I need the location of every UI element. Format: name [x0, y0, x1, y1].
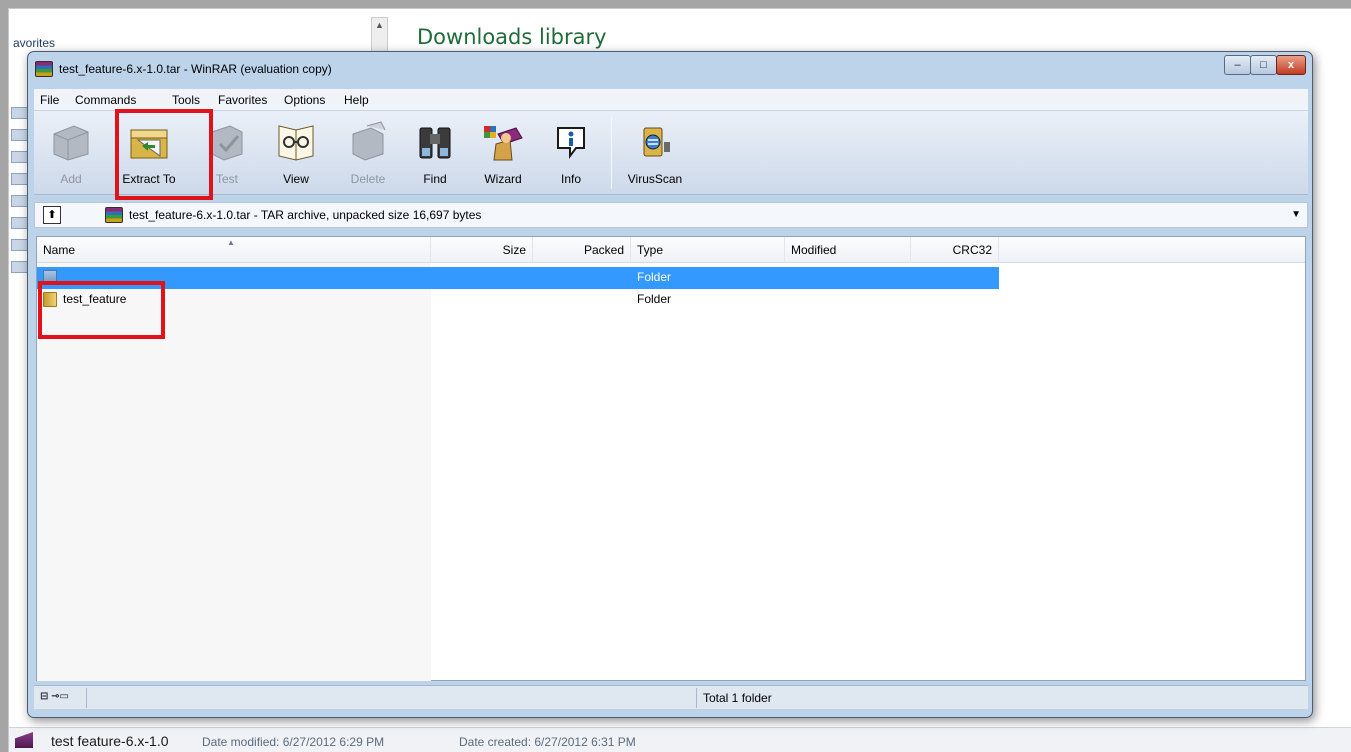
title-bar[interactable]: test_feature-6.x-1.0.tar - WinRAR (evalu…: [28, 52, 1312, 86]
sort-ascending-icon: ▲: [227, 238, 235, 247]
winrar-window: test_feature-6.x-1.0.tar - WinRAR (evalu…: [27, 51, 1313, 718]
status-bar: ⊟ ⊸▭ Total 1 folder: [34, 685, 1308, 709]
extract-to-highlight: [115, 109, 213, 200]
details-date-modified: Date modified: 6/27/2012 6:29 PM: [202, 735, 385, 749]
view-icon: [278, 125, 314, 161]
info-label: Info: [560, 172, 581, 186]
virusscan-button[interactable]: VirusScan: [620, 111, 690, 195]
status-separator: [696, 688, 697, 708]
find-label: Find: [423, 172, 447, 186]
column-type[interactable]: Type: [631, 237, 785, 263]
info-icon: [557, 127, 585, 159]
library-title: Downloads library: [417, 25, 607, 49]
wizard-button[interactable]: Wizard: [470, 111, 536, 195]
menu-commands[interactable]: Commands: [75, 93, 136, 107]
add-icon: [53, 125, 89, 161]
row-type: Folder: [637, 292, 672, 306]
row-type: Folder: [637, 270, 672, 284]
details-pane: test feature-6.x-1.0 Date modified: 6/27…: [9, 727, 1351, 752]
toolbar: Add Extract To Test View Delete Find Wiz…: [34, 111, 1308, 195]
column-crc32[interactable]: CRC32: [911, 237, 999, 263]
status-separator: [86, 688, 87, 708]
menu-options[interactable]: Options: [284, 93, 325, 107]
file-list: Name ▲ Size Packed Type Modified CRC32 F…: [36, 236, 1306, 681]
view-label: View: [283, 172, 309, 186]
menu-help[interactable]: Help: [344, 93, 369, 107]
menu-file[interactable]: File: [40, 93, 59, 107]
virusscan-icon: [643, 127, 670, 157]
virusscan-label: VirusScan: [627, 172, 683, 186]
delete-icon: [352, 121, 386, 161]
toolbar-separator: [611, 117, 612, 189]
close-button[interactable]: x: [1276, 55, 1306, 75]
menu-bar: File Commands Tools Favorites Options He…: [34, 89, 1308, 111]
file-row-parent[interactable]: Folder: [37, 267, 999, 289]
address-bar: ⬆ test_feature-6.x-1.0.tar - TAR archive…: [34, 202, 1308, 228]
wizard-icon: [484, 126, 523, 161]
maximize-button[interactable]: □: [1250, 55, 1277, 75]
delete-button[interactable]: Delete: [340, 111, 396, 195]
column-modified[interactable]: Modified: [785, 237, 911, 263]
column-packed[interactable]: Packed: [533, 237, 631, 263]
wizard-label: Wizard: [484, 172, 522, 186]
file-row-test-feature[interactable]: test_feature Folder: [37, 289, 999, 311]
view-button[interactable]: View: [266, 111, 326, 195]
favorites-label[interactable]: avorites: [13, 36, 55, 50]
column-name[interactable]: Name ▲: [37, 237, 431, 263]
drive-key-icon[interactable]: ⊟ ⊸▭: [40, 691, 80, 705]
details-file-name: test feature-6.x-1.0: [51, 733, 169, 749]
find-button[interactable]: Find: [408, 111, 462, 195]
address-dropdown-button[interactable]: ▼: [1291, 209, 1301, 220]
column-header: Name ▲ Size Packed Type Modified CRC32: [37, 237, 1305, 263]
delete-label: Delete: [350, 172, 386, 186]
column-name-label: Name: [43, 243, 76, 257]
winrar-app-icon[interactable]: [35, 61, 53, 77]
minimize-button[interactable]: –: [1224, 55, 1251, 75]
column-size[interactable]: Size: [431, 237, 533, 263]
add-button[interactable]: Add: [40, 111, 102, 195]
up-one-level-button[interactable]: ⬆: [43, 206, 61, 224]
window-title: test_feature-6.x-1.0.tar - WinRAR (evalu…: [59, 62, 332, 76]
details-date-created: Date created: 6/27/2012 6:31 PM: [459, 735, 636, 749]
binoculars-icon: [419, 127, 451, 159]
test-feature-highlight: [38, 281, 165, 339]
archive-icon: [105, 207, 123, 223]
status-text: Total 1 folder: [703, 691, 772, 705]
archive-file-icon: [15, 732, 33, 748]
info-button[interactable]: Info: [546, 111, 596, 195]
menu-tools[interactable]: Tools: [172, 93, 200, 107]
add-label: Add: [60, 172, 82, 186]
menu-favorites[interactable]: Favorites: [218, 93, 267, 107]
address-text[interactable]: test_feature-6.x-1.0.tar - TAR archive, …: [129, 208, 481, 222]
